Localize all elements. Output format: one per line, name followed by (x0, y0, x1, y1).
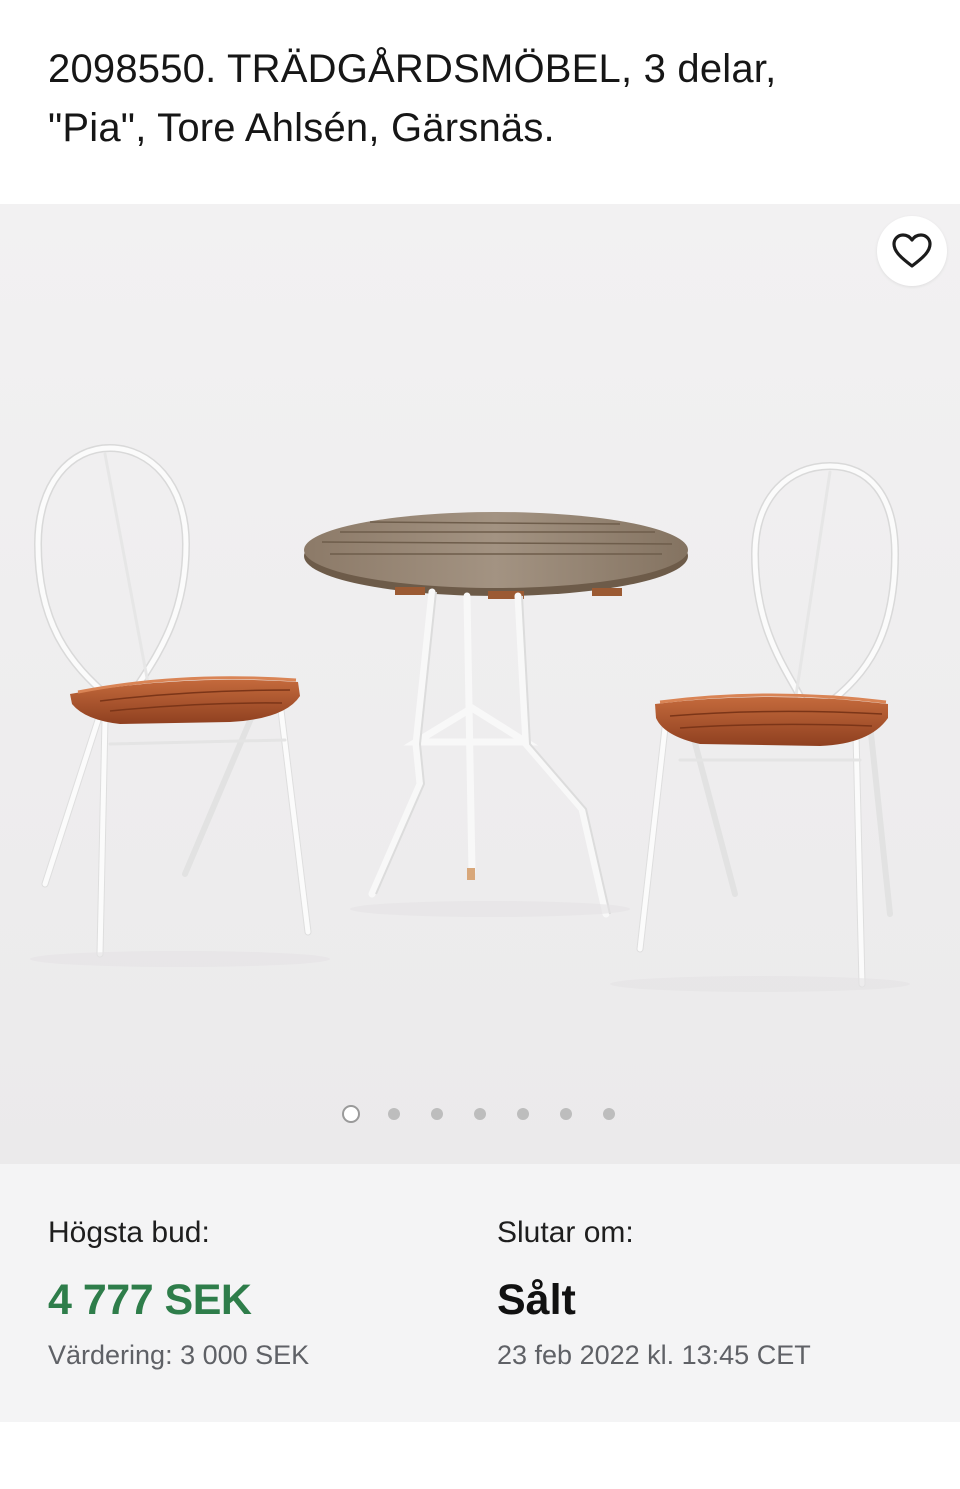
gallery-dot-6[interactable] (560, 1108, 572, 1120)
right-chair-seat (655, 693, 888, 746)
listing-title: 2098550. TRÄDGÅRDSMÖBEL, 3 delar, "Pia",… (48, 47, 777, 150)
favorite-button[interactable] (877, 216, 947, 286)
valuation-text: Värdering: 3 000 SEK (48, 1340, 310, 1370)
gallery-pagination (0, 1104, 960, 1124)
page-bottom (0, 1422, 960, 1489)
gallery-dot-7[interactable] (603, 1108, 615, 1120)
sold-status: Sålt (497, 1276, 576, 1324)
bid-info-panel: Högsta bud: 4 777 SEK Värdering: 3 000 S… (0, 1164, 960, 1422)
gallery-dot-4[interactable] (474, 1108, 486, 1120)
product-photo[interactable] (0, 204, 960, 1164)
image-gallery[interactable] (0, 204, 960, 1164)
end-date: 23 feb 2022 kl. 13:45 CET (497, 1340, 811, 1370)
ends-in-label: Slutar om: (497, 1216, 634, 1249)
heart-outline-icon (892, 233, 932, 268)
gallery-dot-3[interactable] (431, 1108, 443, 1120)
gallery-dot-2[interactable] (388, 1108, 400, 1120)
highest-bid-label: Högsta bud: (48, 1216, 210, 1249)
header: 2098550. TRÄDGÅRDSMÖBEL, 3 delar, "Pia",… (0, 0, 960, 204)
gallery-dot-5[interactable] (517, 1108, 529, 1120)
gallery-dot-1[interactable] (342, 1105, 360, 1123)
highest-bid-amount: 4 777 SEK (48, 1276, 252, 1324)
